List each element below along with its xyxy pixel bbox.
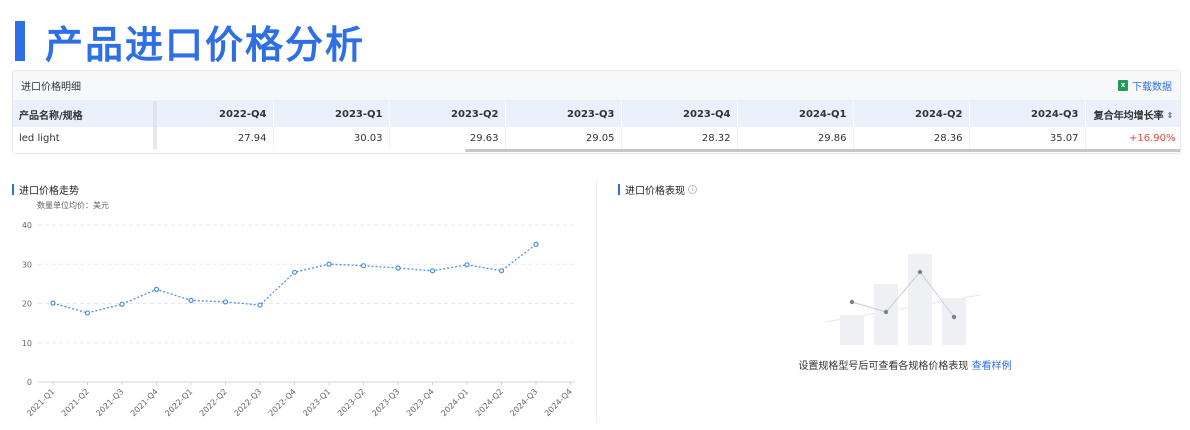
section-divider [596,180,597,422]
page: 产品进口价格分析 进口价格明细 x 下载数据 产品名称/规格 2022-Q4 2… [0,0,1190,430]
x-tick-label: 2023-Q4 [405,387,436,418]
table-cell: 28.36 [853,127,970,149]
x-tick-label: 2023-Q1 [301,387,332,418]
product-name-cell: led light [13,127,157,149]
x-tick-label: 2022-Q1 [163,387,194,418]
section-accent-bar [618,184,620,195]
column-header: 2024-Q1 [737,101,854,127]
table-cell: 29.63 [389,127,506,149]
table-cell: 35.07 [969,127,1086,149]
table-header-row: 产品名称/规格 2022-Q4 2023-Q1 2023-Q2 2023-Q3 … [13,101,1180,127]
cagr-header-label: 复合年均增长率 [1093,110,1164,122]
data-point [222,299,229,305]
x-tick-label: 2021-Q2 [60,387,91,418]
table-row: led light 27.94 30.03 29.63 29.05 28.32 … [13,127,1180,149]
x-tick-label: 2024-Q1 [439,387,470,418]
x-tick-label: 2022-Q2 [198,387,229,418]
title-accent-bar [15,21,25,61]
y-tick-label: 10 [22,339,32,348]
data-point [291,269,298,275]
view-sample-link[interactable]: 查看样例 [972,361,1012,372]
table-cell: 27.94 [155,127,274,149]
column-header: 2023-Q3 [505,101,622,127]
table-cell: 30.03 [273,127,390,149]
table-cell: 28.32 [621,127,738,149]
price-trend-chart: 0102030402021-Q1 2021-Q2 2021-Q3 2021-Q4 202… [22,221,575,418]
x-tick-label: 2022-Q3 [232,387,263,418]
data-point [153,286,160,292]
excel-icon: x [1118,80,1128,91]
column-header: 2024-Q3 [969,101,1086,127]
y-tick-label: 0 [27,378,32,387]
data-point [257,302,263,308]
x-tick-label: 2021-Q3 [94,387,125,418]
cagr-cell: +16.90% [1085,127,1180,149]
y-tick-label: 20 [22,300,32,309]
empty-state-illustration [824,254,981,345]
column-header: 2023-Q1 [273,101,390,127]
table-cell: 29.86 [737,127,854,149]
download-label: 下载数据 [1132,82,1172,93]
data-point [533,241,539,247]
empty-state-text: 设置规格型号后可查看各规格价格表现 [798,361,969,372]
card-title: 进口价格明细 [21,82,81,93]
page-header: 产品进口价格分析 [15,18,365,67]
data-point [464,262,470,268]
performance-title-text: 进口价格表现 [625,186,685,197]
x-tick-label: 2021-Q1 [25,387,56,418]
column-header: 2024-Q2 [853,101,970,127]
x-tick-label: 2024-Q2 [474,387,505,418]
x-tick-label: 2023-Q2 [336,387,367,418]
data-point [429,268,436,274]
data-point [326,261,332,267]
column-header: 2023-Q4 [621,101,738,127]
data-point [119,301,125,307]
y-tick-label: 30 [22,260,32,269]
x-tick-label: 2022-Q4 [267,387,298,418]
data-point [50,300,56,306]
x-tick-label: 2021-Q4 [129,387,160,418]
data-point [395,265,401,271]
x-tick-label: 2024-Q4 [543,387,574,418]
data-point [84,310,91,316]
performance-section-title: 进口价格表现 i [618,182,697,197]
price-detail-card: 进口价格明细 x 下载数据 产品名称/规格 2022-Q4 2023-Q1 20… [12,70,1181,154]
download-data-button[interactable]: x 下载数据 [1118,78,1172,93]
info-icon[interactable]: i [688,185,697,194]
series-line [52,243,537,314]
data-point [188,297,194,303]
horizontal-scrollbar[interactable] [465,149,1180,152]
column-header: 2022-Q4 [155,101,274,127]
data-point [360,263,367,269]
cagr-column-header[interactable]: 复合年均增长率 ⇕ [1085,101,1180,127]
x-tick-label: 2024-Q3 [508,387,539,418]
card-header: 进口价格明细 x 下载数据 [13,71,1180,101]
y-tick-label: 40 [22,221,32,230]
price-detail-table: 产品名称/规格 2022-Q4 2023-Q1 2023-Q2 2023-Q3 … [13,101,1180,149]
sort-icon[interactable]: ⇕ [1167,111,1174,120]
data-point [498,268,505,274]
page-title: 产品进口价格分析 [45,22,366,67]
table-cell: 29.05 [505,127,622,149]
column-header: 产品名称/规格 [13,101,157,127]
empty-state-message: 设置规格型号后可查看各规格价格表现 查看样例 [770,357,1040,372]
x-tick-label: 2023-Q3 [370,387,401,418]
column-header: 2023-Q2 [389,101,506,127]
